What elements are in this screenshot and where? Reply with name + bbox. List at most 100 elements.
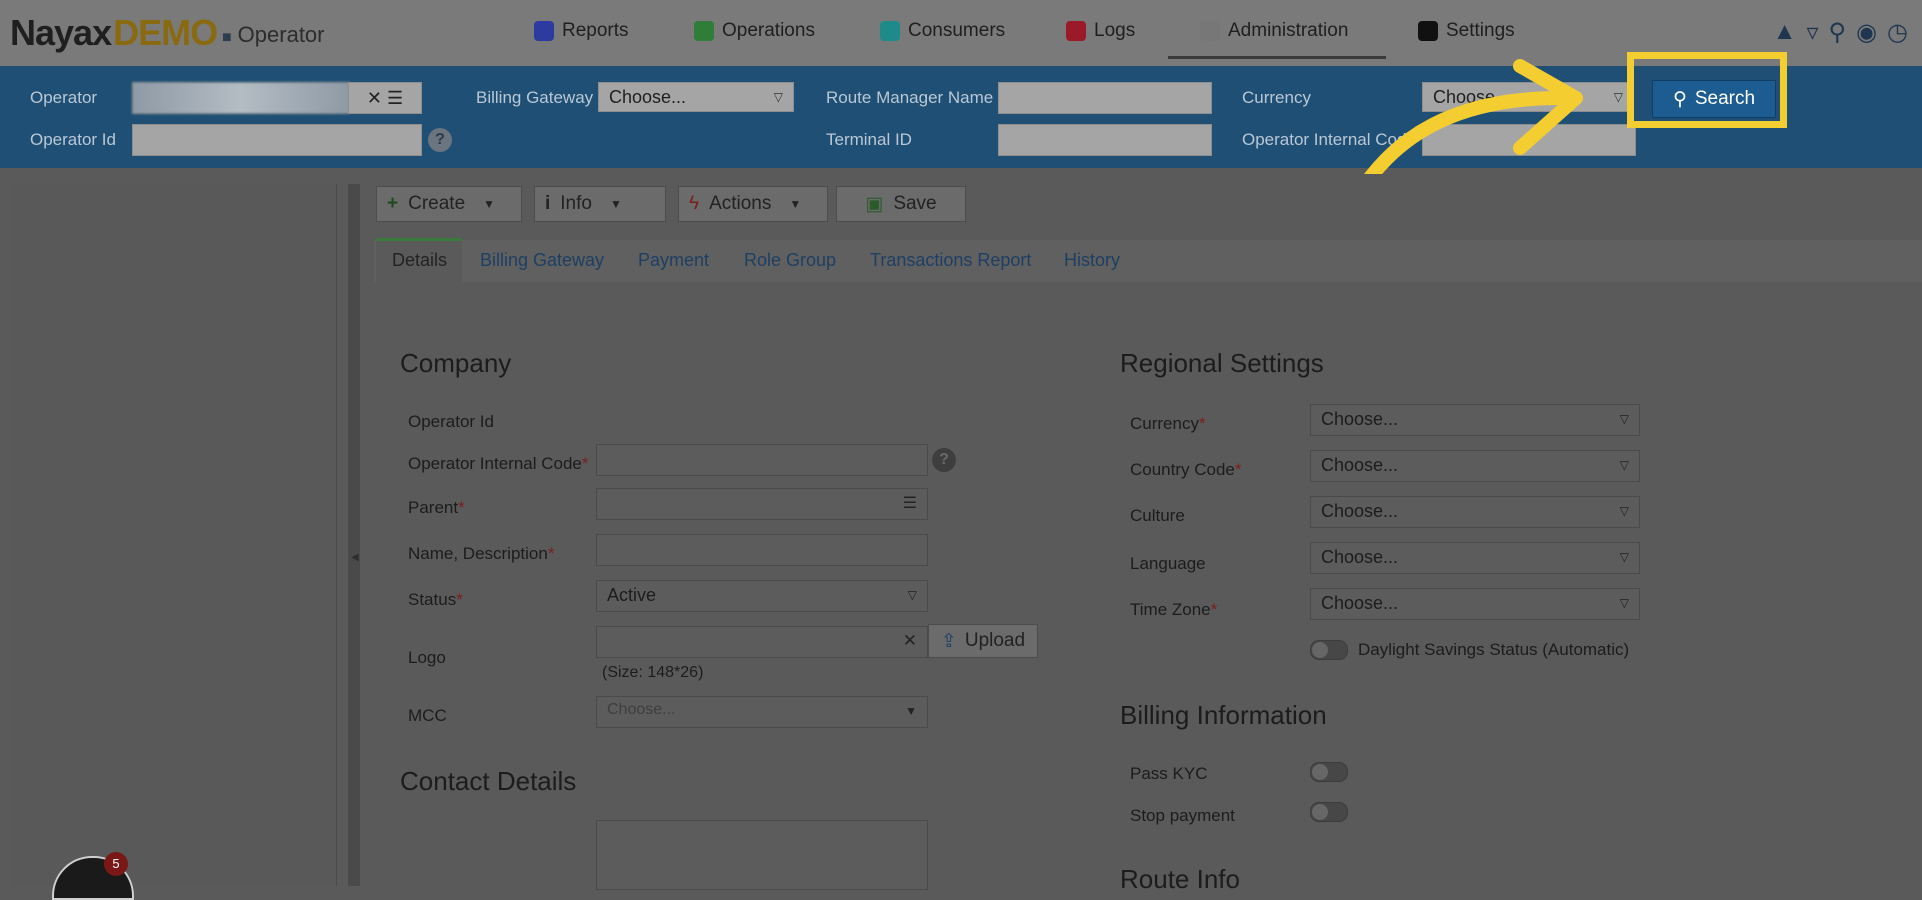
hierarchy-icon: ■ [222,29,232,46]
logo-label: Logo [408,648,446,667]
caret-down-icon: ▼ [789,197,802,211]
nav-reports[interactable]: Reports [534,20,629,42]
tab-payment[interactable]: Payment [638,250,709,271]
dropdown-arrow-icon: ▽ [773,90,783,104]
operator-id-filter-input[interactable] [132,124,422,156]
route-manager-filter-label: Route Manager Name [826,88,994,107]
operator-id-label: Operator Id [408,412,494,431]
dropdown-arrow-icon: ▽ [1619,596,1629,610]
status-label: Status* [408,590,463,609]
help-icon[interactable]: ? [932,448,956,472]
company-section-title: Company [400,348,512,378]
nav-operations[interactable]: Operations [694,20,815,42]
name-description-input[interactable] [596,534,928,566]
address-textarea[interactable] [596,820,928,890]
internal-code-input[interactable] [596,444,928,476]
country-code-select[interactable]: Choose... ▽ [1310,450,1640,482]
dropdown-arrow-icon: ▽ [1619,504,1629,518]
contact-details-title: Contact Details [400,766,577,796]
nav-logs[interactable]: Logs [1066,20,1135,42]
mcc-select[interactable]: Choose... ▼ [596,696,928,728]
language-select[interactable]: Choose... ▽ [1310,542,1640,574]
pass-kyc-toggle[interactable] [1310,762,1348,782]
help-icon[interactable]: ? [428,128,452,152]
terminal-id-filter-label: Terminal ID [826,130,912,149]
nayax-logo[interactable]: NayaxDEMO [10,12,218,54]
alert-icon [1066,21,1086,41]
time-zone-select[interactable]: Choose... ▽ [1310,588,1640,620]
name-description-label: Name, Description* [408,544,555,563]
logo-file-input[interactable]: ✕ [596,626,928,658]
active-tab-indicator [376,238,462,241]
nav-consumers[interactable]: Consumers [880,20,1005,42]
currency-filter-label: Currency [1242,88,1311,107]
nav-settings[interactable]: Settings [1418,20,1515,42]
operator-id-filter-label: Operator Id [30,130,116,149]
search-button-highlight [1627,52,1787,128]
collapse-arrow-icon[interactable]: ◀ [351,552,359,563]
mcc-label: MCC [408,706,447,725]
billing-information-title: Billing Information [1120,700,1327,730]
parent-input[interactable]: ☰ [596,488,928,520]
actions-button[interactable]: ϟ Actions ▼ [678,186,828,222]
flask-icon[interactable]: ▿ [1806,18,1818,47]
search-icon[interactable]: ⚲ [1829,18,1847,47]
info-button[interactable]: i Info ▼ [534,186,666,222]
dropdown-arrow-icon: ▽ [1619,550,1629,564]
tab-details[interactable]: Details [392,250,447,271]
terminal-id-filter-input[interactable] [998,124,1212,156]
tabs-bar [374,240,1922,282]
stop-payment-label: Stop payment [1130,806,1235,825]
tree-sidebar [12,184,337,886]
clock-icon[interactable]: ◷ [1887,18,1908,47]
globe-icon[interactable]: ◉ [1856,18,1877,47]
daylight-savings-label: Daylight Savings Status (Automatic) [1358,640,1630,659]
operator-filter-input[interactable] [132,82,350,114]
caret-down-icon: ▼ [609,197,622,211]
notification-badge[interactable]: 5 [104,852,128,876]
chart-icon [534,21,554,41]
status-select[interactable]: Active ▽ [596,580,928,612]
currency-label: Currency* [1130,414,1206,433]
internal-code-label: Operator Internal Code* [408,454,589,473]
list-icon[interactable]: ☰ [903,493,917,513]
save-button[interactable]: ▣ Save [836,186,966,222]
upload-button[interactable]: ⇪ Upload [928,624,1038,658]
billing-gateway-filter-label: Billing Gateway [476,88,594,107]
billing-gateway-filter-select[interactable]: Choose... ▽ [598,82,794,112]
dropdown-arrow-icon: ▽ [1619,412,1629,426]
header-utility-icons: ▲ ▿ ⚲ ◉ ◷ [1773,18,1908,47]
save-icon: ▣ [865,193,884,215]
admin-icon [1200,21,1220,41]
create-button[interactable]: + Create ▼ [376,186,522,222]
bolt-icon: ϟ [689,193,700,214]
consumers-icon [880,21,900,41]
route-manager-filter-input[interactable] [998,82,1212,114]
dropdown-arrow-icon: ▽ [1619,458,1629,472]
clear-and-list-icon[interactable]: ✕ ☰ [348,82,422,114]
culture-label: Culture [1130,506,1185,525]
clear-icon[interactable]: ✕ [903,631,917,651]
dropdown-arrow-icon: ▽ [1613,90,1623,104]
caret-down-icon: ▼ [905,704,917,718]
gear-icon [1418,21,1438,41]
route-info-title: Route Info [1120,864,1240,894]
stop-payment-toggle[interactable] [1310,802,1348,822]
tab-history[interactable]: History [1064,250,1120,271]
operator-filter-label: Operator [30,88,98,107]
tab-transactions-report[interactable]: Transactions Report [870,250,1031,271]
operator-page-label: ■ Operator [222,22,325,47]
logo-size-hint: (Size: 148*26) [602,664,704,681]
tab-billing-gateway[interactable]: Billing Gateway [480,250,604,271]
tab-role-group[interactable]: Role Group [744,250,836,271]
operations-icon [694,21,714,41]
parent-label: Parent* [408,498,465,517]
daylight-savings-toggle[interactable] [1310,640,1348,660]
info-icon: i [545,193,551,214]
currency-select[interactable]: Choose... ▽ [1310,404,1640,436]
culture-select[interactable]: Choose... ▽ [1310,496,1640,528]
time-zone-label: Time Zone* [1130,600,1218,619]
graduation-cap-icon[interactable]: ▲ [1773,18,1797,47]
sidebar-splitter[interactable] [348,184,360,886]
nav-administration[interactable]: Administration [1200,20,1348,42]
